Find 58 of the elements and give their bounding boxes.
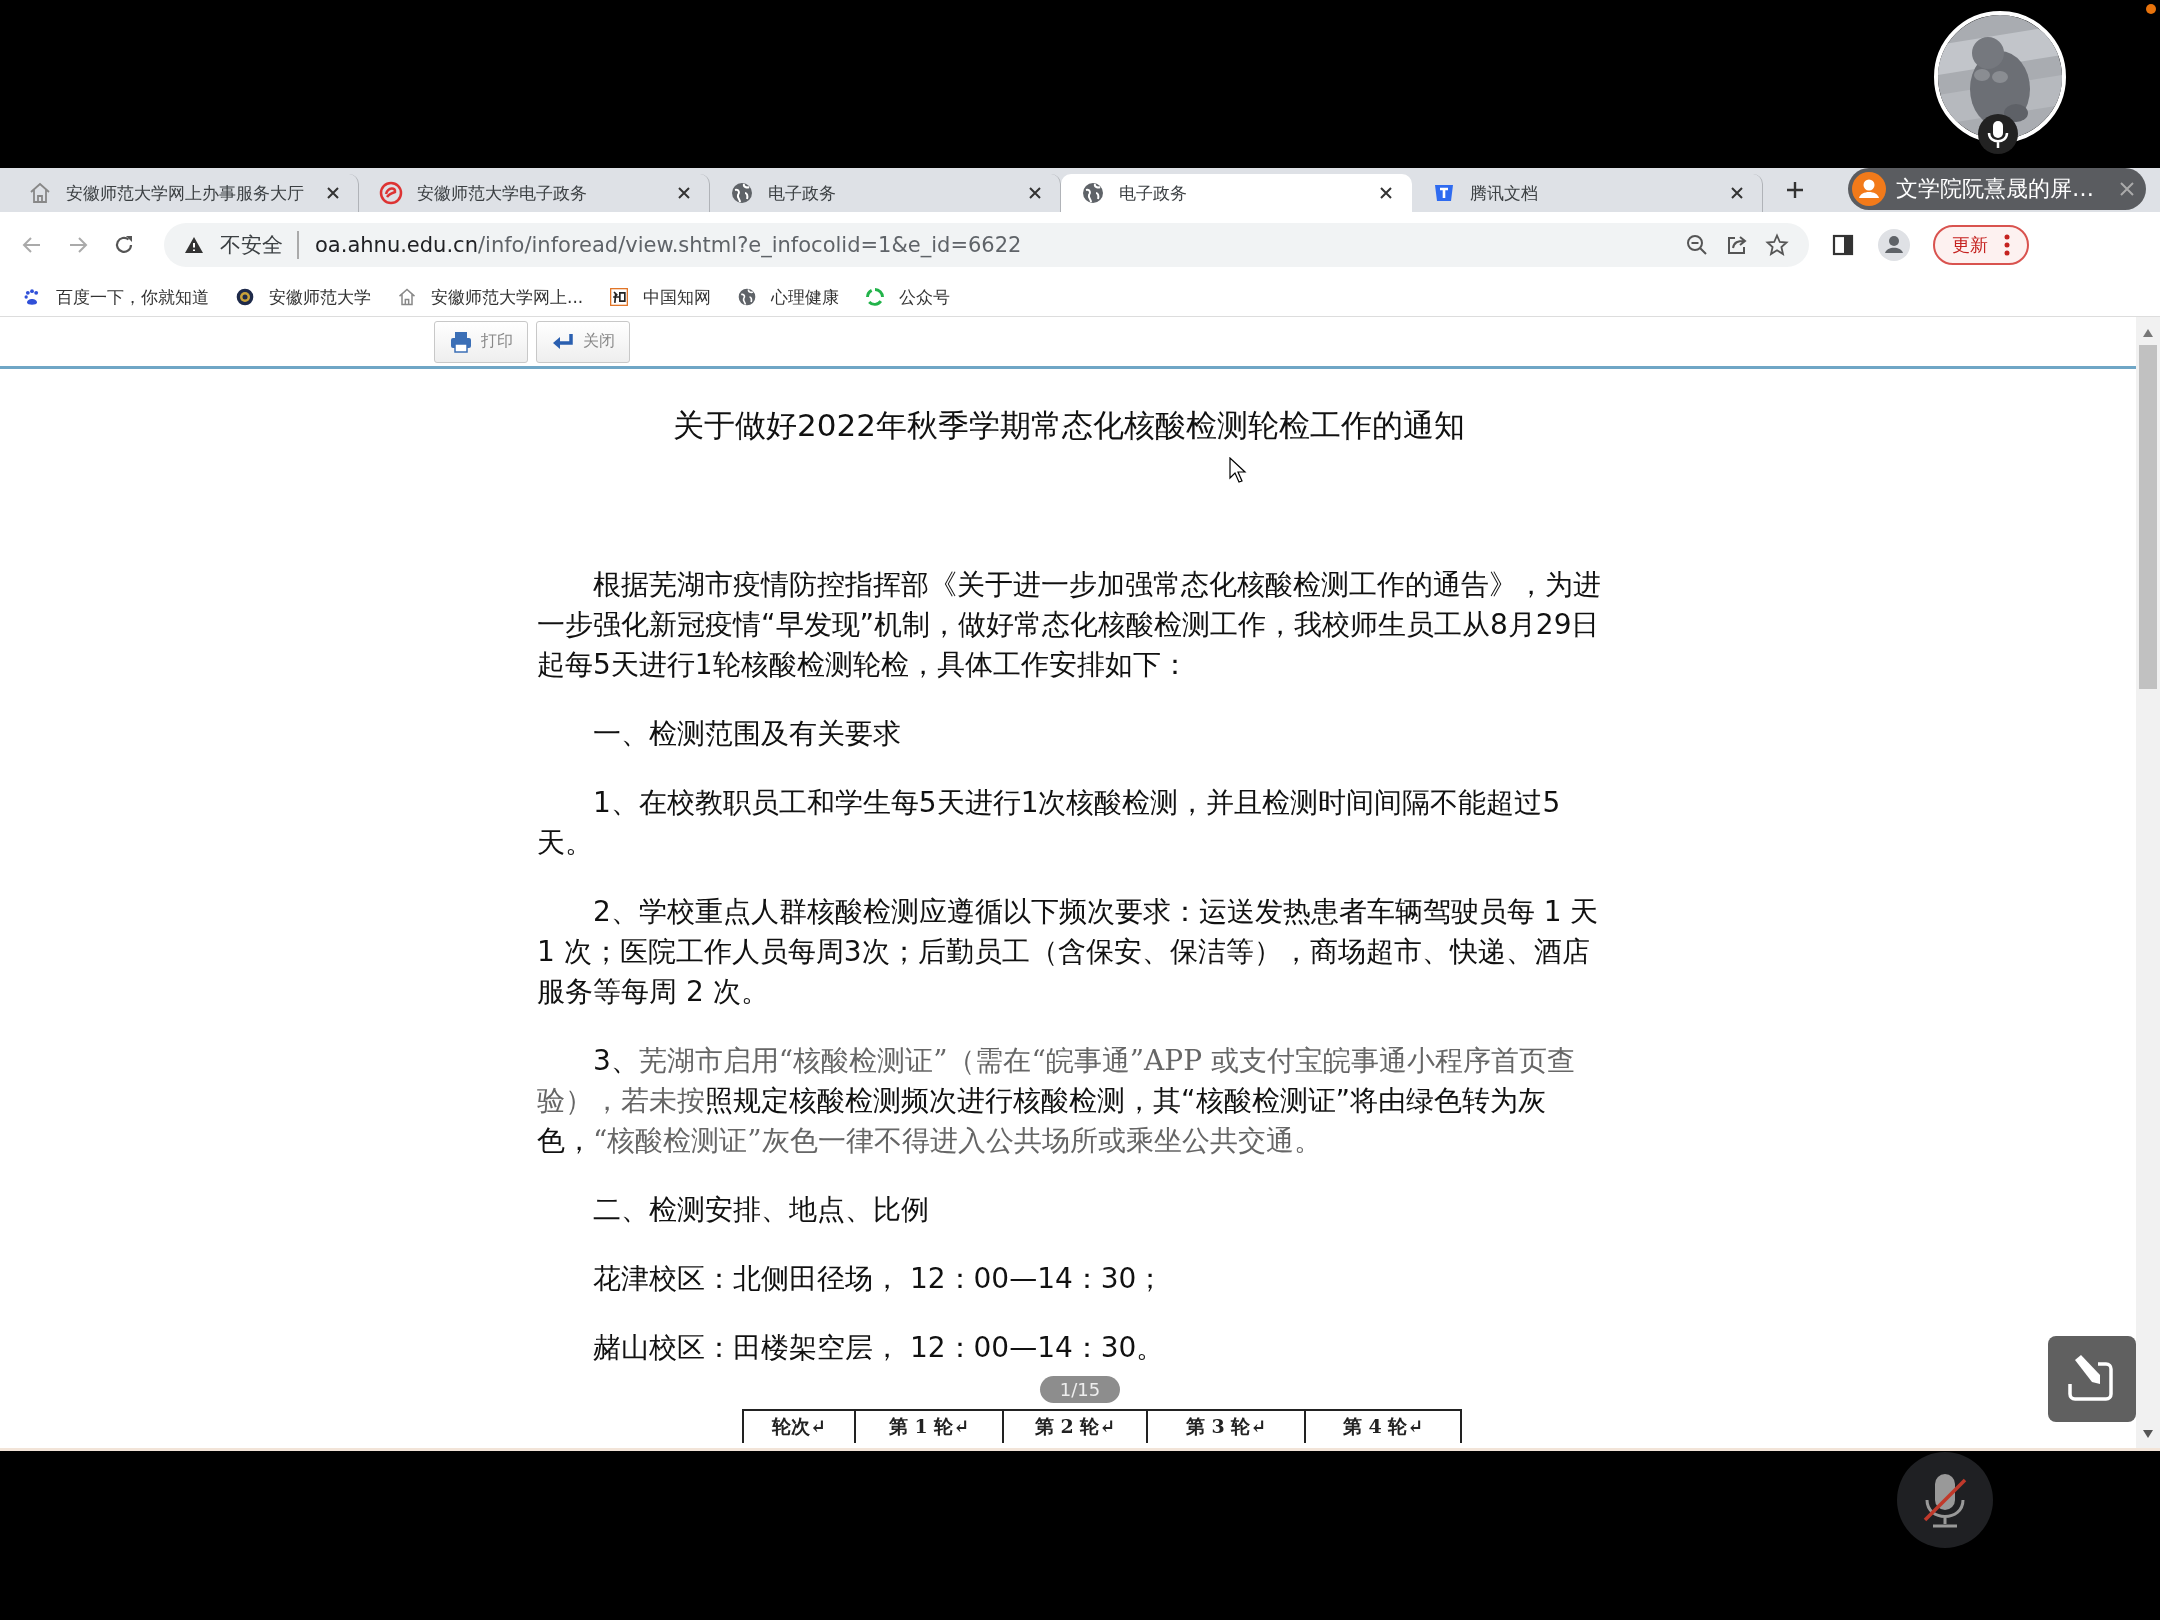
- table-header-cell: 轮次↵: [742, 1409, 856, 1443]
- globe-icon: [1081, 181, 1105, 205]
- swirl-logo-icon: [379, 181, 403, 205]
- scrollbar-thumb[interactable]: [2139, 345, 2157, 689]
- paragraph: 一、检测范围及有关要求: [592, 716, 902, 752]
- house-icon: [397, 287, 417, 307]
- seal-icon: [235, 287, 255, 307]
- bookmark-item[interactable]: 百度一下，你就知道: [22, 285, 209, 309]
- star-icon[interactable]: [1765, 233, 1789, 257]
- paragraph: 根据芜湖市疫情防控指挥部《关于进一步加强常态化核酸检测工作的通告》，为进一步强化新冠疫情“早发现”机制，做好常态化核酸检测工作，我校师生员工从8月29日起每5天进行1轮核酸检测轮检，具体工作安排如下：: [537, 567, 1601, 683]
- security-label: 不安全: [220, 231, 299, 259]
- recycle-icon: [865, 287, 886, 307]
- table-header-cell: 第 4 轮↵: [1304, 1409, 1462, 1443]
- scrollbar[interactable]: [2136, 317, 2160, 1448]
- warning-icon: [184, 235, 204, 255]
- paragraph: 赭山校区：田楼架空层， 12：00—14：30。: [592, 1330, 1166, 1366]
- side-panel-icon[interactable]: [1831, 233, 1855, 257]
- person-icon: [1852, 172, 1886, 206]
- page-indicator: 1/15: [1040, 1376, 1120, 1403]
- globe-icon: [737, 287, 758, 307]
- url-text: oa.ahnu.edu.cn/info/inforead/view.shtml?e_infocolid=1&e_id=6622: [315, 233, 1022, 257]
- browser-tab[interactable]: 电子政务: [1061, 174, 1412, 212]
- close-icon[interactable]: [1028, 186, 1042, 200]
- mouse-pointer-icon: [1229, 457, 1247, 483]
- house-icon: [28, 181, 52, 205]
- paragraph: 2、学校重点人群核酸检测应遵循以下频次要求：运送发热患者车辆驾驶员每 1 天 1 次；医院工作人员每周3次；后勤员工（含保安、保洁等），商场超市、快递、酒店服务等每周 2 次。: [537, 894, 1600, 1010]
- zoom-out-icon[interactable]: [1685, 233, 1709, 257]
- close-icon[interactable]: [1379, 186, 1393, 200]
- muted-microphone-icon[interactable]: [1897, 1452, 1993, 1548]
- update-button[interactable]: 更新: [1933, 225, 2029, 265]
- bookmark-item[interactable]: 公众号: [865, 285, 951, 309]
- globe-icon: [730, 181, 754, 205]
- scroll-down-icon[interactable]: [2143, 1430, 2153, 1438]
- bookmark-item[interactable]: 安徽师范大学网上...: [397, 285, 584, 309]
- share-icon[interactable]: [1725, 233, 1749, 257]
- close-icon[interactable]: [677, 186, 691, 200]
- screen-share-banner[interactable]: 文学院阮熹晟的屏…: [1848, 168, 2146, 210]
- calligraphy-icon: [609, 287, 630, 307]
- bookmark-item[interactable]: 安徽师范大学: [235, 285, 371, 309]
- new-tab-icon[interactable]: [1785, 180, 1805, 200]
- paragraph: 二、检测安排、地点、比例: [592, 1192, 930, 1228]
- recording-dot: [2146, 4, 2156, 14]
- close-icon[interactable]: [326, 186, 340, 200]
- bookmark-item[interactable]: 心理健康: [737, 285, 840, 309]
- paragraph: 花津校区：北侧田径场， 12：00—14：30；: [592, 1261, 1166, 1297]
- more-menu-icon: [2004, 234, 2010, 256]
- microphone-icon[interactable]: [1978, 114, 2018, 154]
- address-bar[interactable]: 不安全 oa.ahnu.edu.cn/info/inforead/view.shtml?e_infocolid=1&e_id=6622: [164, 223, 1809, 267]
- profile-icon[interactable]: [1877, 228, 1911, 262]
- printer-icon: [449, 329, 473, 354]
- scroll-up-icon[interactable]: [2143, 329, 2153, 337]
- paragraph: 1、在校教职员工和学生每5天进行1次核酸检测，并且检测时间间隔不能超过5天。: [537, 785, 1562, 861]
- print-button[interactable]: 打印: [434, 320, 528, 363]
- edit-button-icon[interactable]: [2048, 1336, 2136, 1422]
- document-title: 关于做好2022年秋季学期常态化核酸检测轮检工作的通知: [672, 406, 1466, 445]
- close-icon[interactable]: [1730, 186, 1744, 200]
- paragraph: 3、芜湖市启用“核酸检测证”（需在“皖事通”APP 或支付宝皖事通小程序首页查验），若未按照规定核酸检测频次进行核酸检测，其“核酸检测证”将由绿色转为灰色，“核酸检测证”灰色一律不得进入公共场所或乘坐公共交通。: [537, 1043, 1576, 1159]
- bookmark-item[interactable]: 中国知网: [609, 285, 712, 309]
